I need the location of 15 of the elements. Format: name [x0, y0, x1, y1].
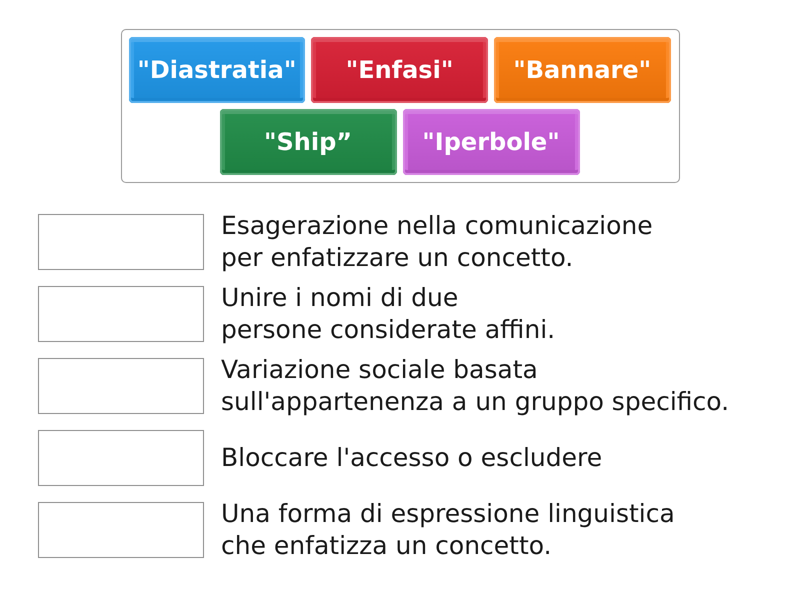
answer-box[interactable]: [38, 430, 204, 486]
clue-text: Unire i nomi di due persone considerate affini.: [221, 282, 556, 346]
answer-box[interactable]: [38, 214, 204, 270]
answer-box[interactable]: [38, 358, 204, 414]
word-tile[interactable]: "Enfasi": [311, 37, 488, 103]
answer-box[interactable]: [38, 502, 204, 558]
word-tile[interactable]: "Ship”: [220, 109, 396, 175]
answer-box[interactable]: [38, 286, 204, 342]
clue-text: Variazione sociale basata sull'appartenenza a un gruppo specifico.: [221, 354, 730, 418]
clue-text: Bloccare l'accesso o escludere: [221, 442, 602, 474]
clue-text: Una forma di espressione linguistica che enfatizza un concetto.: [221, 498, 675, 562]
word-tile[interactable]: "Diastratia": [128, 37, 306, 103]
word-tile[interactable]: "Iperbole": [402, 109, 580, 175]
clue-text: Esagerazione nella comunicazione per enfatizzare un concetto.: [221, 210, 653, 274]
word-tile[interactable]: "Bannare": [494, 37, 671, 103]
